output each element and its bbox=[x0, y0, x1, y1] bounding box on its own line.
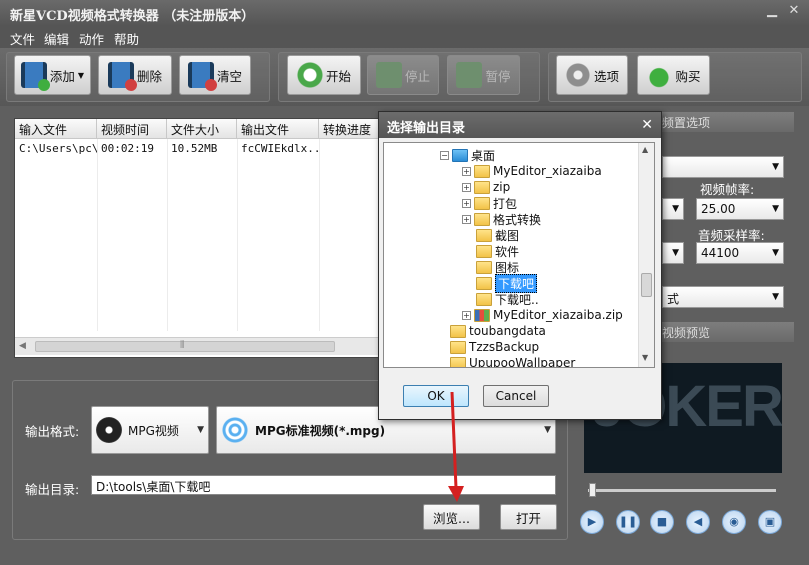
annotation-arrow bbox=[448, 391, 464, 502]
